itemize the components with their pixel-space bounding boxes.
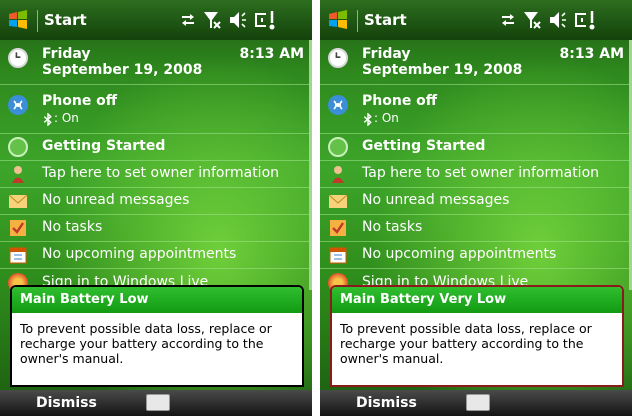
- calendar-icon: [329, 247, 347, 264]
- owner-info: Tap here to set owner information: [362, 165, 600, 181]
- phone-status: Phone off: [42, 93, 118, 109]
- appointments-status: No upcoming appointments: [362, 246, 557, 262]
- scrollbar[interactable]: [309, 40, 312, 290]
- keyboard-icon[interactable]: [146, 394, 170, 411]
- bluetooth-icon: [43, 113, 52, 126]
- status-icons[interactable]: [178, 8, 306, 32]
- status-icons[interactable]: [498, 8, 626, 32]
- bluetooth-status: : On: [374, 111, 399, 125]
- messages-status: No unread messages: [362, 192, 510, 208]
- windows-flag-icon[interactable]: [8, 10, 28, 30]
- date-row[interactable]: Friday September 19, 2008 8:13 AM: [320, 40, 632, 85]
- tasks-status: No tasks: [362, 219, 423, 235]
- keyboard-icon[interactable]: [466, 394, 490, 411]
- getting-started-label: Getting Started: [362, 138, 486, 154]
- notification-text: To prevent possible data loss, replace o…: [340, 321, 592, 366]
- getting-started-icon: [8, 137, 28, 157]
- getting-started-label: Getting Started: [42, 138, 166, 154]
- title-separator: [37, 10, 38, 32]
- clock-icon: [8, 48, 28, 68]
- date-day: Friday: [42, 46, 91, 62]
- getting-started-icon: [328, 137, 348, 157]
- envelope-icon: [8, 194, 28, 208]
- battery-low-icon: [255, 11, 275, 30]
- notification-title: Main Battery Very Low: [332, 287, 622, 313]
- getting-started-row[interactable]: Getting Started: [320, 134, 632, 161]
- title-separator: [357, 10, 358, 32]
- bluetooth-status: : On: [54, 111, 79, 125]
- signal-off-icon: [524, 12, 541, 29]
- appointments-status: No upcoming appointments: [42, 246, 237, 262]
- date-row[interactable]: Friday September 19, 2008 8:13 AM: [0, 40, 312, 85]
- appointments-row[interactable]: No upcoming appointments: [0, 242, 312, 269]
- clock-icon: [328, 48, 348, 68]
- phone-status: Phone off: [362, 93, 438, 109]
- time: 8:13 AM: [239, 46, 304, 62]
- tasks-row[interactable]: No tasks: [320, 215, 632, 242]
- title-bar: Start: [320, 0, 632, 40]
- task-icon: [10, 220, 26, 236]
- messages-row[interactable]: No unread messages: [0, 188, 312, 215]
- tasks-status: No tasks: [42, 219, 103, 235]
- data-connection-icon: [502, 14, 514, 26]
- owner-row[interactable]: Tap here to set owner information: [320, 161, 632, 188]
- calendar-icon: [9, 247, 27, 264]
- phone-row[interactable]: Phone off : On: [0, 85, 312, 134]
- time: 8:13 AM: [559, 46, 624, 62]
- phone-icon: [328, 95, 348, 115]
- messages-row[interactable]: No unread messages: [320, 188, 632, 215]
- notification-text: To prevent possible data loss, replace o…: [20, 321, 272, 366]
- appointments-row[interactable]: No upcoming appointments: [320, 242, 632, 269]
- tasks-row[interactable]: No tasks: [0, 215, 312, 242]
- data-connection-icon: [182, 14, 194, 26]
- dismiss-button[interactable]: Dismiss: [36, 395, 97, 411]
- messages-status: No unread messages: [42, 192, 190, 208]
- bluetooth-icon: [363, 113, 372, 126]
- owner-info: Tap here to set owner information: [42, 165, 280, 181]
- getting-started-row[interactable]: Getting Started: [0, 134, 312, 161]
- date-full: September 19, 2008: [362, 62, 523, 78]
- dismiss-button[interactable]: Dismiss: [356, 395, 417, 411]
- phone-row[interactable]: Phone off : On: [320, 85, 632, 134]
- owner-icon: [12, 166, 24, 183]
- title-bar: Start: [0, 0, 312, 40]
- task-icon: [330, 220, 346, 236]
- signal-off-icon: [204, 12, 221, 29]
- volume-icon: [230, 12, 246, 28]
- screen-left: Start Friday September 19, 2008 8:13 AM …: [0, 0, 312, 416]
- start-title[interactable]: Start: [44, 11, 87, 29]
- battery-low-icon: [575, 11, 595, 30]
- soft-key-bar: Dismiss: [320, 390, 632, 416]
- battery-notification: Main Battery Low To prevent possible dat…: [10, 285, 304, 387]
- volume-icon: [550, 12, 566, 28]
- start-title[interactable]: Start: [364, 11, 407, 29]
- windows-flag-icon[interactable]: [328, 10, 348, 30]
- owner-icon: [332, 166, 344, 183]
- date-day: Friday: [362, 46, 411, 62]
- owner-row[interactable]: Tap here to set owner information: [0, 161, 312, 188]
- screen-right: Start Friday September 19, 2008 8:13 AM …: [320, 0, 632, 416]
- notification-title: Main Battery Low: [12, 287, 302, 313]
- battery-notification: Main Battery Very Low To prevent possibl…: [330, 285, 624, 387]
- phone-icon: [8, 95, 28, 115]
- envelope-icon: [328, 194, 348, 208]
- soft-key-bar: Dismiss: [0, 390, 312, 416]
- date-full: September 19, 2008: [42, 62, 203, 78]
